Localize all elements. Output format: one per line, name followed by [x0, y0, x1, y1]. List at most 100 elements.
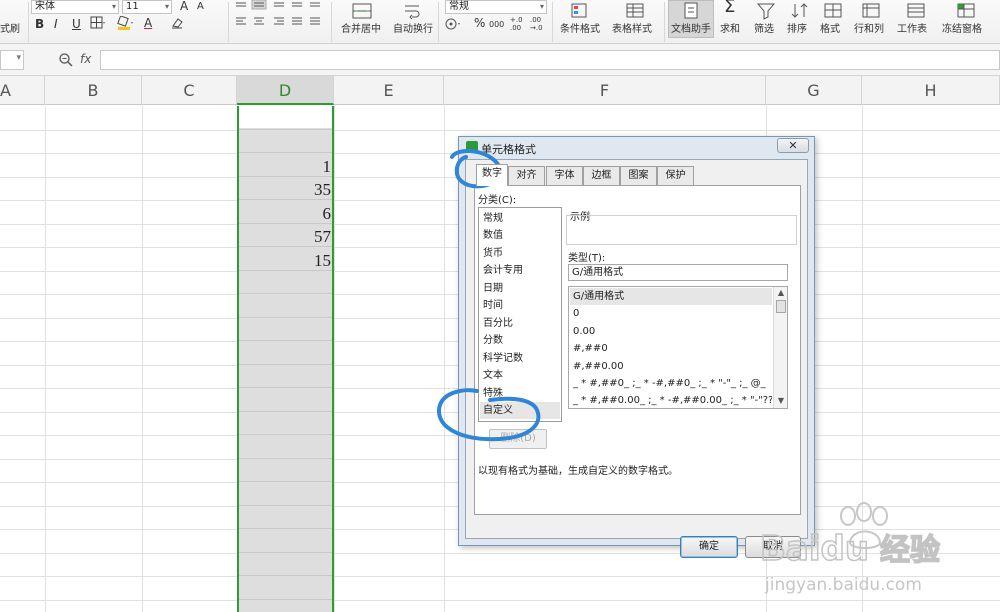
tab-alignment[interactable]: 对齐 [508, 166, 545, 185]
delete-button[interactable]: 删除(D) [489, 429, 547, 449]
cell-d5[interactable]: 6 [237, 203, 332, 225]
watermark-suffix: 经验 [880, 533, 940, 568]
font-size-combo[interactable]: 11 [122, 0, 172, 14]
list-item[interactable]: 时间 [480, 297, 560, 314]
tab-number[interactable]: 数字 [476, 164, 508, 186]
shrink-font-button[interactable]: A [197, 0, 204, 14]
list-item[interactable]: 货币 [480, 245, 560, 262]
wrap-text-icon [405, 5, 420, 20]
sort-icon [791, 3, 808, 18]
grid-row-line [239, 552, 332, 553]
list-item-selected[interactable]: 自定义 [480, 402, 560, 419]
cell-d7[interactable]: 15 [237, 250, 331, 272]
table-style-button[interactable]: 表格样式 [612, 20, 652, 35]
grid-row-line [239, 340, 332, 341]
ok-button[interactable]: 确定 [680, 536, 738, 558]
list-item[interactable]: 常规 [480, 210, 560, 227]
list-item[interactable]: 文本 [480, 367, 560, 384]
fx-icon[interactable]: fx [80, 52, 91, 66]
category-list[interactable]: 常规 数值 货币 会计专用 日期 时间 百分比 分数 科学记数 文本 特殊 自定… [478, 207, 562, 422]
underline-button[interactable]: U [72, 17, 81, 31]
close-button[interactable]: ✕ [777, 138, 809, 153]
freeze-panes-icon [957, 3, 975, 18]
wrap-text-button[interactable]: 自动换行 [393, 20, 433, 35]
active-cell-d1[interactable] [239, 106, 332, 128]
list-item-selected[interactable]: G/通用格式 [570, 288, 772, 305]
sort-button[interactable]: 排序 [787, 20, 807, 35]
currency-icon[interactable] [445, 17, 463, 31]
grid-column-line [142, 106, 143, 612]
bold-button[interactable]: B [35, 17, 44, 31]
percent-button[interactable]: % [474, 16, 485, 30]
fill-color-icon[interactable] [117, 16, 135, 30]
scroll-thumb[interactable] [776, 300, 786, 313]
column-header-a[interactable]: A [0, 76, 45, 105]
list-item[interactable]: 日期 [480, 280, 560, 297]
list-item[interactable]: 特殊 [480, 385, 560, 402]
row-col-button[interactable]: 行和列 [854, 20, 884, 35]
format-painter-button[interactable]: 式刷 [0, 20, 20, 35]
cell-d4[interactable]: 35 [237, 179, 331, 201]
format-list-scrollbar[interactable]: ▲ ▼ [773, 287, 787, 408]
tab-pattern[interactable]: 图案 [620, 166, 657, 185]
font-name-combo[interactable]: 宋体 [31, 0, 119, 14]
column-header-f[interactable]: F [444, 76, 766, 105]
list-item[interactable]: #,##0 [570, 340, 772, 357]
list-item[interactable]: 数值 [480, 227, 560, 244]
grow-font-button[interactable]: A [180, 0, 188, 13]
name-box[interactable] [0, 50, 24, 70]
border-icon[interactable] [90, 16, 106, 30]
decrease-decimal-button[interactable]: .00 →.0 [530, 16, 548, 32]
list-item[interactable]: #,##0.00 [570, 358, 772, 375]
list-item[interactable]: 0 [570, 305, 772, 322]
column-header-h[interactable]: H [862, 76, 1000, 105]
increase-decimal-button[interactable]: +.0 .00 [510, 16, 526, 32]
column-header-e[interactable]: E [334, 76, 444, 105]
filter-button[interactable]: 筛选 [754, 20, 774, 35]
grid-row-line [239, 481, 332, 482]
list-item[interactable]: 科学记数 [480, 350, 560, 367]
grid-row-line [0, 130, 1000, 131]
font-color-button[interactable]: A [144, 16, 152, 30]
list-item[interactable]: 会计专用 [480, 262, 560, 279]
sum-button[interactable]: 求和 [720, 20, 740, 35]
type-input[interactable]: G/通用格式 [568, 264, 788, 281]
grid-column-line [334, 106, 335, 612]
tab-border[interactable]: 边框 [583, 166, 620, 185]
column-header-g[interactable]: G [766, 76, 862, 105]
ribbon-toolbar: 式刷 宋体 11 A A B I U A [0, 0, 1000, 44]
ribbon-separator [664, 2, 665, 42]
scroll-down-icon[interactable]: ▼ [775, 395, 787, 407]
cell-d3[interactable]: 1 [237, 156, 332, 178]
zoom-search-icon[interactable] [58, 52, 74, 68]
scroll-up-icon[interactable]: ▲ [775, 287, 787, 299]
dialog-title-bar[interactable]: 单元格格式 ✕ [459, 137, 814, 157]
thousands-button[interactable]: 000 [489, 18, 504, 32]
freeze-panes-button[interactable]: 冻结窗格 [942, 20, 982, 35]
list-item[interactable]: 0.00 [570, 323, 772, 340]
format-type-list[interactable]: G/通用格式 0 0.00 #,##0 #,##0.00 _ * #,##0_ … [568, 286, 788, 409]
sample-preview [566, 215, 797, 245]
column-header-d[interactable]: D [237, 76, 334, 105]
grid-row-line [239, 505, 332, 506]
list-item[interactable]: 百分比 [480, 315, 560, 332]
formula-input[interactable] [100, 50, 1000, 70]
clear-format-icon[interactable] [170, 16, 188, 30]
number-format-combo[interactable]: 常规 [445, 0, 547, 14]
merge-center-button[interactable]: 合并居中 [341, 20, 381, 35]
list-item[interactable]: _ * #,##0_ ;_ * -#,##0_ ;_ * "-"_ ;_ @_ [570, 375, 772, 392]
tab-font[interactable]: 字体 [546, 166, 583, 185]
format-button[interactable]: 格式 [820, 20, 840, 35]
column-header-b[interactable]: B [45, 76, 142, 105]
italic-button[interactable]: I [54, 17, 58, 31]
alignment-icons[interactable] [234, 0, 326, 32]
tab-protection[interactable]: 保护 [657, 166, 694, 185]
cell-d6[interactable]: 57 [237, 226, 331, 248]
worksheet-button[interactable]: 工作表 [897, 20, 927, 35]
list-item[interactable]: 分数 [480, 332, 560, 349]
format-cells-dialog: 单元格格式 ✕ 数字 对齐 字体 边框 图案 保护 分类(C): 常规 数值 货… [458, 136, 815, 558]
list-item[interactable]: _ * #,##0.00_ ;_ * -#,##0.00_ ;_ * "-"??… [570, 392, 772, 408]
column-header-c[interactable]: C [142, 76, 237, 105]
doc-assistant-button[interactable]: 文档助手 [671, 20, 711, 35]
conditional-format-button[interactable]: 条件格式 [560, 20, 600, 35]
